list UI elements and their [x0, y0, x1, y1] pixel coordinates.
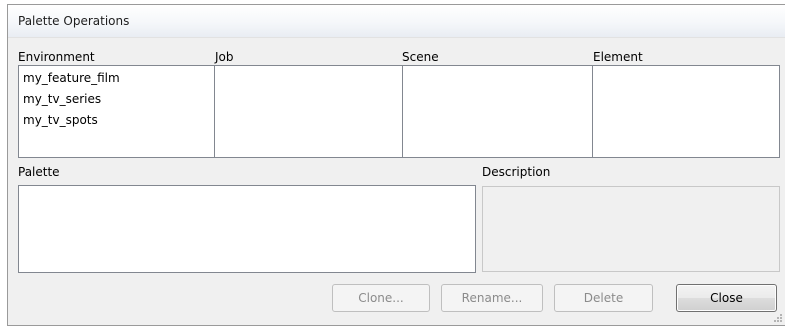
title-bar[interactable]: Palette Operations	[8, 5, 785, 38]
clone-button[interactable]: Clone...	[332, 284, 430, 312]
rename-button[interactable]: Rename...	[441, 284, 543, 312]
scene-label: Scene	[402, 50, 439, 64]
scene-list[interactable]	[402, 65, 593, 158]
environment-label: Environment	[18, 50, 95, 64]
window-title: Palette Operations	[18, 14, 130, 28]
list-item[interactable]: my_tv_series	[19, 89, 214, 110]
element-list[interactable]	[592, 65, 780, 158]
palette-list[interactable]	[18, 185, 476, 273]
environment-list-items: my_feature_film my_tv_series my_tv_spots	[19, 66, 214, 131]
element-label: Element	[593, 50, 643, 64]
palette-label: Palette	[18, 165, 60, 179]
resize-grip-icon[interactable]	[773, 313, 783, 323]
list-item[interactable]: my_feature_film	[19, 68, 214, 89]
description-box	[482, 186, 780, 272]
job-label: Job	[215, 50, 234, 64]
list-item[interactable]: my_tv_spots	[19, 110, 214, 131]
environment-list[interactable]: my_feature_film my_tv_series my_tv_spots	[18, 65, 215, 158]
description-label: Description	[482, 165, 551, 179]
delete-button[interactable]: Delete	[554, 284, 653, 312]
close-button[interactable]: Close	[676, 284, 777, 312]
job-list[interactable]	[214, 65, 403, 158]
palette-operations-dialog: Palette Operations Environment Job Scene…	[7, 4, 785, 326]
